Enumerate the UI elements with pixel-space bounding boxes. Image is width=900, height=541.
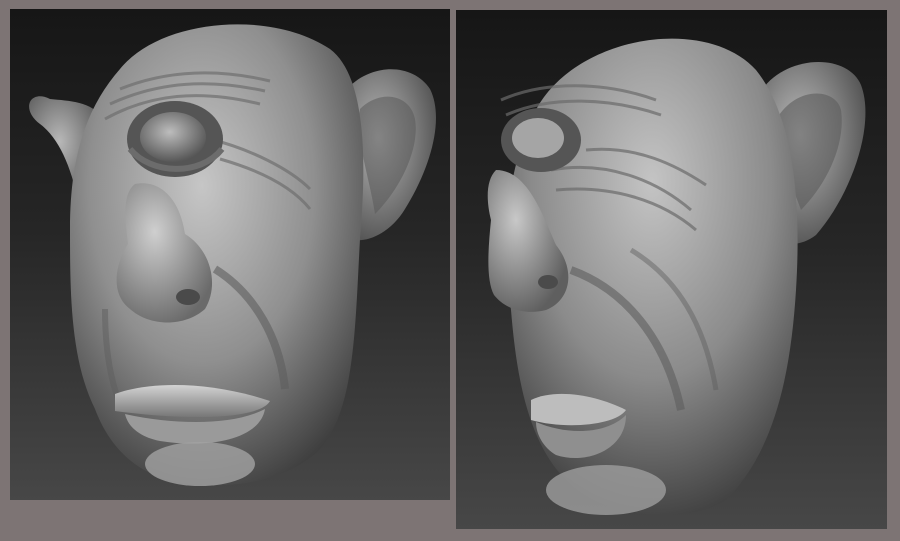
sculpt-head-side-view bbox=[487, 38, 866, 516]
chin bbox=[546, 465, 666, 515]
eyeball bbox=[512, 118, 564, 158]
render-panel-left bbox=[10, 9, 450, 500]
render-panel-right bbox=[456, 10, 887, 529]
sculpt-head-front-view bbox=[29, 24, 436, 486]
chin bbox=[145, 442, 255, 486]
eyeball bbox=[140, 112, 206, 162]
